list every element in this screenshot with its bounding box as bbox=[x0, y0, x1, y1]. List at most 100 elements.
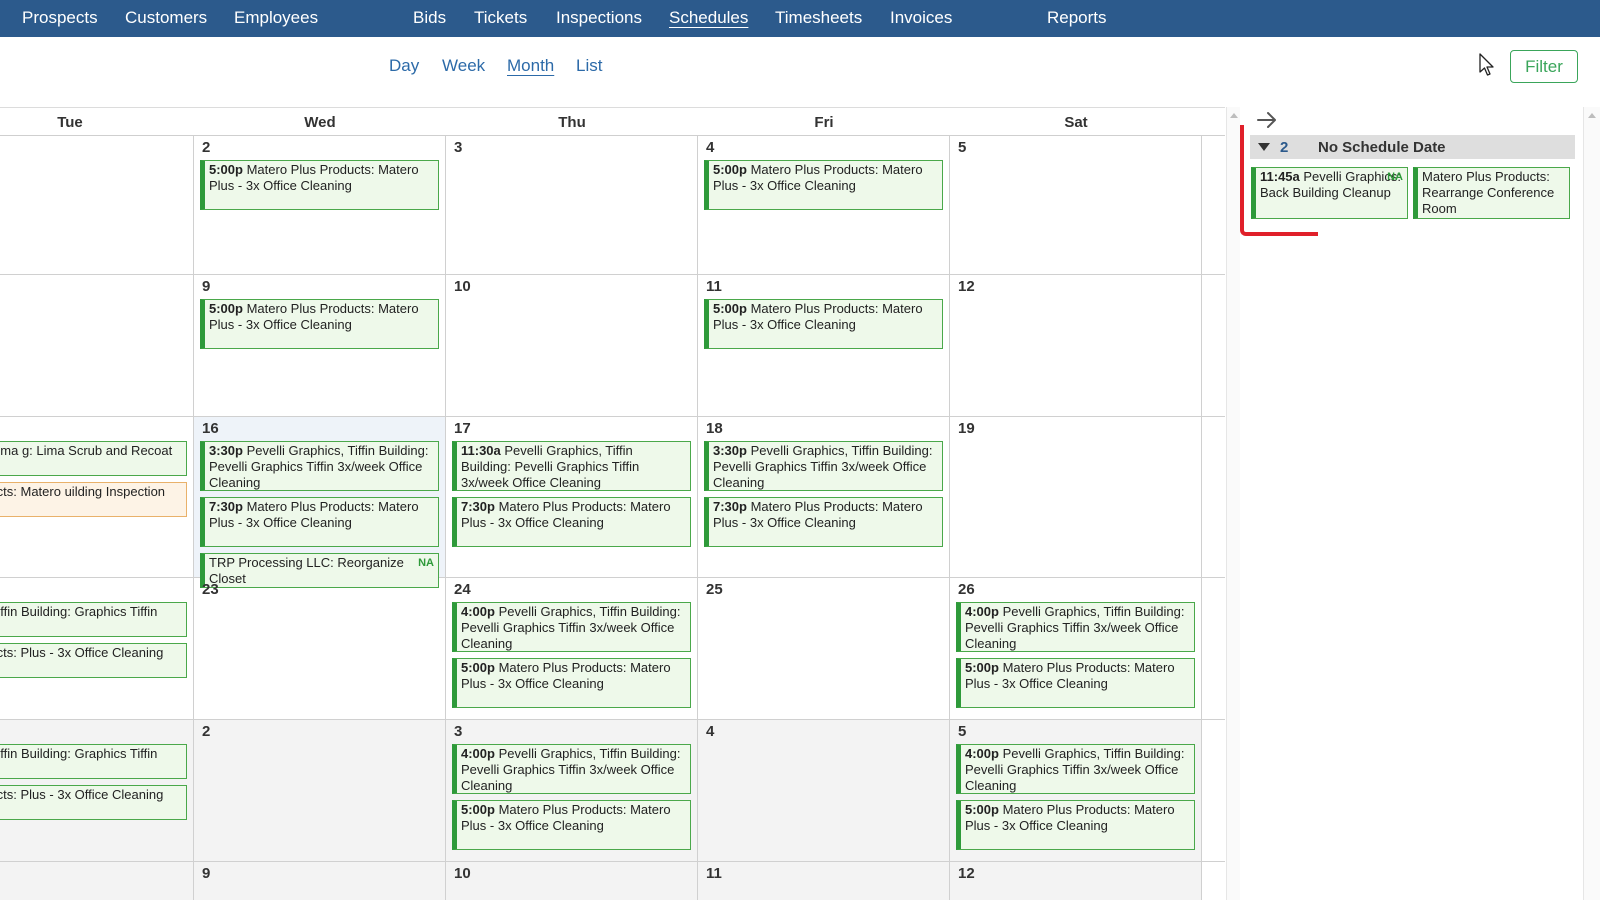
nav-timesheets[interactable]: Timesheets bbox=[775, 8, 862, 28]
calendar-day[interactable]: Pevelli Graphics, Lima g: Lima Scrub and… bbox=[0, 417, 194, 577]
filter-button[interactable]: Filter bbox=[1510, 50, 1578, 83]
schedule-event[interactable]: Pevelli Graphics, Tiffin Building: Graph… bbox=[0, 602, 187, 637]
schedule-event[interactable]: 5:00p Matero Plus Products: Matero Plus … bbox=[956, 800, 1195, 850]
schedule-event[interactable]: 4:00p Pevelli Graphics, Tiffin Building:… bbox=[956, 744, 1195, 794]
day-number: 26 bbox=[958, 581, 975, 598]
tab-list[interactable]: List bbox=[576, 56, 602, 76]
nav-inspections[interactable]: Inspections bbox=[556, 8, 642, 28]
tab-week[interactable]: Week bbox=[442, 56, 485, 76]
day-number: 2 bbox=[202, 139, 211, 156]
day-number: 5 bbox=[958, 723, 967, 740]
calendar-day[interactable]: Pevelli Graphics, Tiffin Building: Graph… bbox=[0, 578, 194, 719]
day-number: 23 bbox=[202, 581, 219, 598]
calendar-scrollbar[interactable] bbox=[1226, 107, 1240, 900]
calendar-day[interactable]: 11 bbox=[698, 862, 950, 900]
day-number: 10 bbox=[454, 278, 471, 295]
schedule-event[interactable]: 3:30p Pevelli Graphics, Tiffin Building:… bbox=[200, 441, 439, 491]
calendar-day[interactable]: 2 bbox=[194, 720, 446, 861]
schedule-event[interactable]: 5:00p Matero Plus Products: Matero Plus … bbox=[704, 160, 943, 210]
schedule-event[interactable]: 7:30p Matero Plus Products: Matero Plus … bbox=[704, 497, 943, 547]
schedule-event[interactable]: 4:00p Pevelli Graphics, Tiffin Building:… bbox=[452, 744, 691, 794]
nav-prospects[interactable]: Prospects bbox=[22, 8, 98, 28]
calendar-day[interactable] bbox=[0, 136, 194, 274]
calendar-day[interactable]: 3 bbox=[446, 136, 698, 274]
calendar-day[interactable]: 9 5:00p Matero Plus Products: Matero Plus… bbox=[194, 275, 446, 416]
calendar-day[interactable]: 25 bbox=[698, 578, 950, 719]
schedule-event[interactable]: 5:00p Matero Plus Products: Matero Plus … bbox=[452, 658, 691, 708]
calendar-day[interactable]: Pevelli Graphics, Tiffin Building: Graph… bbox=[0, 720, 194, 861]
tab-day[interactable]: Day bbox=[389, 56, 419, 76]
schedule-event[interactable]: Matero Plus Products: Plus - 3x Office C… bbox=[0, 643, 187, 678]
schedule-event[interactable]: 3:30p Pevelli Graphics, Tiffin Building:… bbox=[704, 441, 943, 491]
schedule-event[interactable]: 7:30p Matero Plus Products: Matero Plus … bbox=[200, 497, 439, 547]
event-title: Matero Plus Products: Plus - 3x Office C… bbox=[0, 787, 164, 802]
schedule-event[interactable]: 5:00p Matero Plus Products: Matero Plus … bbox=[452, 800, 691, 850]
event-time: 4:00p bbox=[965, 604, 999, 619]
calendar-day[interactable]: 26 4:00p Pevelli Graphics, Tiffin Buildin… bbox=[950, 578, 1202, 719]
schedule-event[interactable]: 11:30a Pevelli Graphics, Tiffin Building… bbox=[452, 441, 691, 491]
day-number: 4 bbox=[706, 723, 715, 740]
calendar-day[interactable]: 12 bbox=[950, 862, 1202, 900]
schedule-event[interactable]: Pevelli Graphics, Tiffin Building: Graph… bbox=[0, 744, 187, 779]
weekday-sat: Sat bbox=[1064, 114, 1088, 131]
scroll-up-arrow-icon[interactable] bbox=[1588, 113, 1596, 118]
calendar-day[interactable]: 4 5:00p Matero Plus Products: Matero Plus… bbox=[698, 136, 950, 274]
event-title: Pevelli Graphics, Lima g: Lima Scrub and… bbox=[0, 443, 173, 458]
calendar-day[interactable]: 19 bbox=[950, 417, 1202, 577]
mouse-cursor-icon bbox=[1479, 53, 1494, 76]
calendar-day[interactable]: 18 3:30p Pevelli Graphics, Tiffin Buildin… bbox=[698, 417, 950, 577]
calendar-day[interactable]: 4 bbox=[698, 720, 950, 861]
calendar-day[interactable]: 5 4:00p Pevelli Graphics, Tiffin Building… bbox=[950, 720, 1202, 861]
nav-employees[interactable]: Employees bbox=[234, 8, 318, 28]
schedule-event[interactable]: 4:00p Pevelli Graphics, Tiffin Building:… bbox=[956, 602, 1195, 652]
calendar-day[interactable]: 11 5:00p Matero Plus Products: Matero Plu… bbox=[698, 275, 950, 416]
day-number: 16 bbox=[202, 420, 219, 437]
calendar-week: 9 5:00p Matero Plus Products: Matero Plus… bbox=[0, 275, 1225, 417]
calendar-day[interactable]: 9 bbox=[194, 862, 446, 900]
calendar-day[interactable]: 24 4:00p Pevelli Graphics, Tiffin Buildin… bbox=[446, 578, 698, 719]
tab-month[interactable]: Month bbox=[507, 56, 554, 76]
calendar-day[interactable]: 23 bbox=[194, 578, 446, 719]
calendar-day[interactable]: 10 bbox=[446, 862, 698, 900]
calendar-day[interactable]: 16 3:30p Pevelli Graphics, Tiffin Buildin… bbox=[194, 417, 446, 588]
side-panel-scrollbar[interactable] bbox=[1583, 107, 1600, 900]
event-title: Pevelli Graphics, Tiffin Building: Graph… bbox=[0, 746, 158, 761]
nav-customers[interactable]: Customers bbox=[125, 8, 207, 28]
schedule-event[interactable]: 5:00p Matero Plus Products: Matero Plus … bbox=[956, 658, 1195, 708]
schedule-event[interactable]: 4:00p Pevelli Graphics, Tiffin Building:… bbox=[452, 602, 691, 652]
event-time: 5:00p bbox=[713, 301, 747, 316]
nav-schedules[interactable]: Schedules bbox=[669, 8, 748, 28]
calendar-day[interactable]: 10 bbox=[446, 275, 698, 416]
calendar-day[interactable]: 2 5:00p Matero Plus Products: Matero Plus… bbox=[194, 136, 446, 274]
calendar-day[interactable]: 12 bbox=[950, 275, 1202, 416]
schedule-event[interactable]: Matero Plus Products: Plus - 3x Office C… bbox=[0, 785, 187, 820]
event-time: 5:00p bbox=[965, 802, 999, 817]
nav-reports[interactable]: Reports bbox=[1047, 8, 1107, 28]
calendar-day[interactable]: 5 bbox=[950, 136, 1202, 274]
calendar-week: 2 5:00p Matero Plus Products: Matero Plus… bbox=[0, 136, 1225, 275]
schedule-event[interactable]: Matero Plus Products: Matero uilding Ins… bbox=[0, 482, 187, 517]
nav-tickets[interactable]: Tickets bbox=[474, 8, 527, 28]
calendar-day[interactable]: 3 4:00p Pevelli Graphics, Tiffin Building… bbox=[446, 720, 698, 861]
event-time: 5:00p bbox=[209, 301, 243, 316]
calendar-day[interactable] bbox=[0, 862, 194, 900]
unscheduled-event[interactable]: Matero Plus Products: Rearrange Conferen… bbox=[1413, 167, 1570, 219]
schedule-event[interactable]: 5:00p Matero Plus Products: Matero Plus … bbox=[200, 299, 439, 349]
schedule-event[interactable]: 5:00p Matero Plus Products: Matero Plus … bbox=[704, 299, 943, 349]
day-number: 17 bbox=[454, 420, 471, 437]
event-time: 5:00p bbox=[209, 162, 243, 177]
event-time: 4:00p bbox=[461, 604, 495, 619]
calendar-day[interactable] bbox=[0, 275, 194, 416]
day-number: 5 bbox=[958, 139, 967, 156]
nav-bids[interactable]: Bids bbox=[413, 8, 446, 28]
schedule-event[interactable]: Pevelli Graphics, Lima g: Lima Scrub and… bbox=[0, 441, 187, 476]
calendar-day[interactable]: 17 11:30a Pevelli Graphics, Tiffin Buildi… bbox=[446, 417, 698, 577]
weekday-header: Tue Wed Thu Fri Sat bbox=[0, 107, 1225, 136]
event-time: 4:00p bbox=[965, 746, 999, 761]
schedule-event[interactable]: 5:00p Matero Plus Products: Matero Plus … bbox=[200, 160, 439, 210]
scroll-up-arrow-icon[interactable] bbox=[1230, 113, 1238, 118]
weekday-fri: Fri bbox=[814, 114, 834, 131]
nav-invoices[interactable]: Invoices bbox=[890, 8, 952, 28]
schedule-event[interactable]: 7:30p Matero Plus Products: Matero Plus … bbox=[452, 497, 691, 547]
day-number: 25 bbox=[706, 581, 723, 598]
